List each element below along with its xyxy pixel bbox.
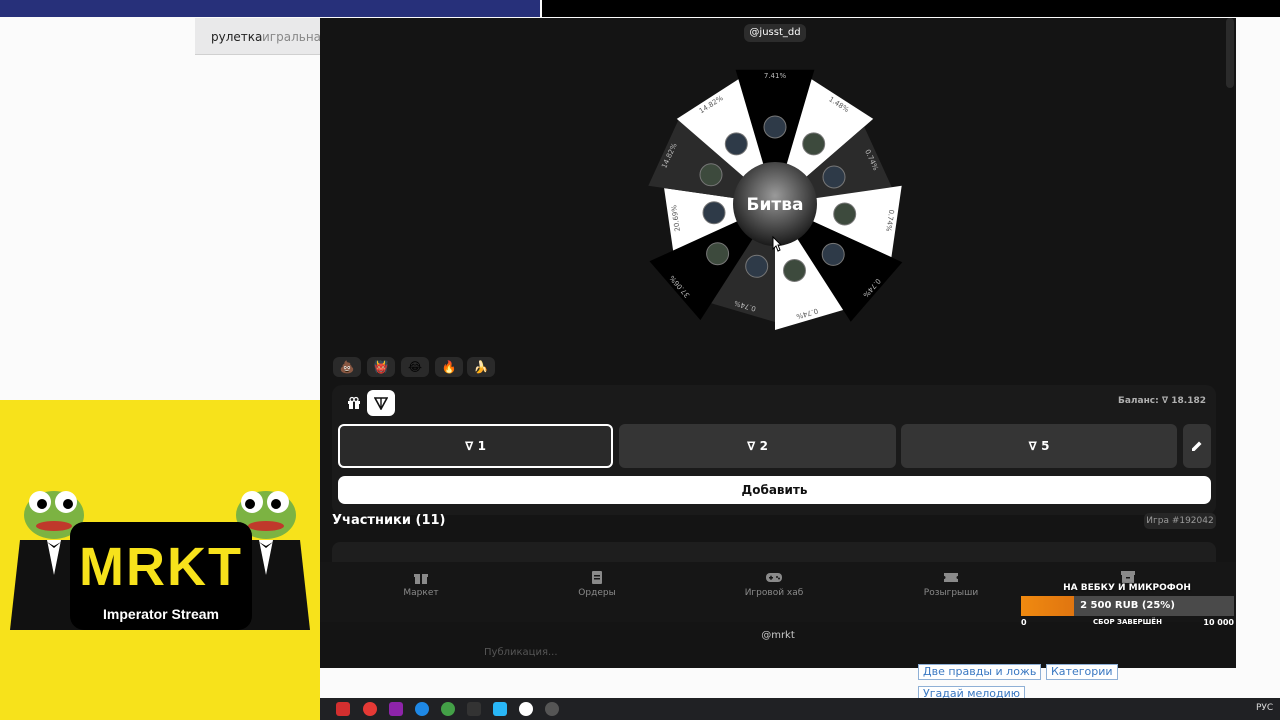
donation-goal-max: 10 000 (1203, 618, 1234, 627)
scrollbar[interactable] (1226, 18, 1234, 88)
chip-categories[interactable]: Категории (1046, 664, 1118, 680)
participant-avatar (802, 132, 826, 156)
donation-goal-status: СБОР ЗАВЕРШЁН (1093, 618, 1162, 626)
donation-goal-title: НА ВЕБКУ И МИКРОФОН (1063, 583, 1191, 593)
participants-title: Участники (11) (332, 513, 446, 528)
reaction-emoji-banana[interactable]: 🍌 (467, 357, 495, 377)
balance-label: Баланс: ∇ 18.182 (1117, 396, 1206, 406)
yandex-browser-icon[interactable] (519, 702, 533, 716)
mouse-cursor-icon (772, 236, 782, 252)
telegram-icon[interactable] (493, 702, 507, 716)
bet-amount-1-button[interactable]: ∇ 1 (338, 424, 613, 468)
bet-amount-5-button[interactable]: ∇ 5 (901, 424, 1177, 468)
ticket-icon (944, 573, 958, 582)
participant-avatar (763, 115, 787, 139)
roulette-wheel[interactable]: 7.41%1.48%0.74%0.74%0.74%0.74%0.74%37.06… (640, 52, 920, 352)
nav-orders-label: Ордеры (578, 588, 616, 598)
gift-icon (414, 574, 428, 584)
gift-icon (348, 396, 360, 409)
gamepad-icon (766, 573, 782, 582)
mrkt-logo: MRKT Imperator Stream (70, 522, 252, 630)
window-topbar (542, 0, 1280, 17)
gift-tab-button[interactable] (340, 390, 368, 416)
reaction-emoji-fire[interactable]: 🔥 (435, 357, 463, 377)
chat-input-bar[interactable]: Публикация... (320, 642, 1236, 666)
winner-username-tag: @jusst_dd (744, 24, 806, 42)
yandex-icon[interactable] (336, 702, 350, 716)
nav-giveaways[interactable]: Розыгрыши (891, 566, 1011, 598)
ton-icon (374, 397, 388, 410)
nav-market-label: Маркет (403, 588, 439, 598)
obs-icon[interactable] (545, 702, 559, 716)
ton-tab-button[interactable] (367, 390, 395, 416)
reaction-emoji-poop[interactable]: 💩 (333, 357, 361, 377)
donation-goal-progress-text: 2 500 RUB (25%) (1080, 600, 1175, 611)
participant-row[interactable] (332, 542, 1216, 564)
reaction-emoji-laugh[interactable]: 😂 (401, 357, 429, 377)
participant-avatar (833, 202, 857, 226)
taskbar (320, 698, 1280, 720)
logo-subtitle: Imperator Stream (103, 606, 219, 622)
notion-icon[interactable] (467, 702, 481, 716)
chrome-icon[interactable] (441, 702, 455, 716)
participant-avatar (783, 259, 806, 282)
nav-orders[interactable]: Ордеры (537, 566, 657, 598)
footer-handle: @mrkt (761, 630, 795, 641)
game-id-badge: Игра #192042 (1144, 513, 1216, 529)
reaction-emoji-ogre[interactable]: 👹 (367, 357, 395, 377)
participant-avatar (706, 242, 730, 266)
app-icon[interactable] (389, 702, 403, 716)
background-tabs: рулетка игральная (195, 18, 328, 55)
donation-goal-min: 0 (1021, 618, 1027, 627)
participant-avatar (745, 254, 769, 278)
nav-market[interactable]: Маркет (361, 566, 481, 598)
chip-two-truths[interactable]: Две правды и ложь (918, 664, 1042, 680)
opera-icon[interactable] (363, 702, 377, 716)
edit-amount-button[interactable] (1183, 424, 1211, 468)
participant-avatar (822, 165, 846, 189)
pencil-icon (1192, 441, 1202, 451)
add-button[interactable]: Добавить (338, 476, 1211, 504)
nav-giveaways-label: Розыгрыши (923, 588, 979, 598)
bet-amount-2-button[interactable]: ∇ 2 (619, 424, 896, 468)
browser-topbar (0, 0, 540, 17)
participant-avatar (702, 201, 726, 225)
logo-title: MRKT (79, 537, 243, 597)
participant-avatar (699, 163, 723, 187)
clipboard-icon (592, 571, 602, 584)
nav-game-hub-label: Игровой хаб (744, 588, 804, 598)
wheel-center-label: Битва (747, 195, 804, 215)
participant-avatar (724, 132, 748, 156)
participant-avatar (821, 242, 845, 266)
chat-placeholder: Публикация... (484, 647, 558, 658)
tray-language[interactable]: РУС (1256, 703, 1273, 713)
nav-game-hub[interactable]: Игровой хаб (714, 566, 834, 598)
wheel-segment-percent: 7.41% (764, 72, 787, 80)
tab-gambling[interactable]: игральная (262, 30, 328, 44)
tab-roulette[interactable]: рулетка (211, 30, 262, 44)
archive-icon[interactable] (1120, 570, 1136, 584)
messenger-icon[interactable] (415, 702, 429, 716)
